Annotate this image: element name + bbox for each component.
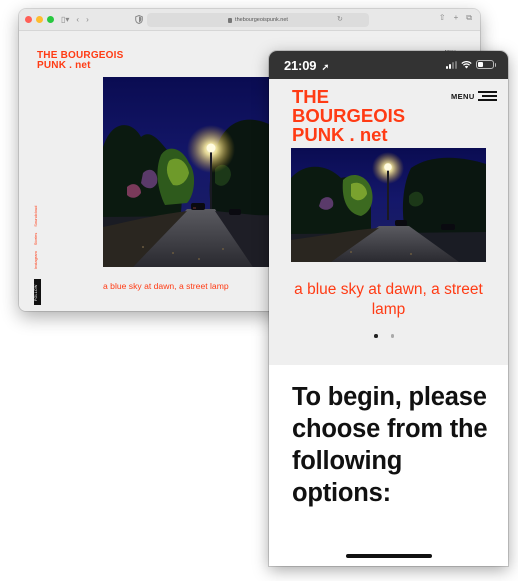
photo-caption: a blue sky at dawn, a street lamp — [103, 281, 229, 291]
home-indicator[interactable] — [346, 554, 432, 558]
window-controls — [25, 16, 54, 23]
options-panel: To begin, please choose from the followi… — [269, 365, 508, 566]
minimize-window-button[interactable] — [36, 16, 43, 23]
mobile-site-logo[interactable]: THE BOURGEOIS PUNK . net — [292, 87, 405, 144]
carousel-dot[interactable] — [390, 334, 394, 338]
address-bar[interactable]: thebourgeoispunk.net — [147, 13, 369, 27]
close-window-button[interactable] — [25, 16, 32, 23]
back-button[interactable]: ‹ — [76, 15, 79, 24]
tabs-icon[interactable]: ⧉ — [466, 14, 472, 22]
share-icon[interactable]: ⇧ — [439, 14, 446, 22]
mobile-street-lamp-photo — [291, 148, 486, 262]
site-logo[interactable]: THE BOURGEOIS PUNK . net — [37, 51, 124, 71]
wifi-icon — [461, 60, 472, 68]
social-links: Instagram Stories Soundcloud — [33, 206, 38, 269]
screenshot-composite: ▯▾ ‹ › thebourgeoispunk.net ↻ ⇧ + ⧉ THE … — [0, 0, 518, 581]
sidebar-icon[interactable]: ▯▾ — [61, 15, 69, 24]
forward-button[interactable]: › — [86, 15, 89, 24]
options-heading: To begin, please choose from the followi… — [292, 383, 488, 507]
signal-icon — [446, 60, 457, 69]
status-time-text: 21:09 — [284, 58, 317, 73]
mobile-logo-line-2: BOURGEOIS — [292, 105, 406, 126]
battery-icon — [476, 60, 496, 69]
follow-button[interactable]: FOLLOW — [34, 279, 41, 305]
social-link-soundcloud[interactable]: Soundcloud — [33, 206, 38, 227]
hamburger-icon[interactable] — [478, 91, 497, 101]
location-arrow-icon: ➚ — [321, 62, 330, 72]
carousel-dots — [374, 334, 394, 338]
status-time: 21:09 ➚ — [284, 58, 329, 73]
mobile-logo-line-3: PUNK . net — [292, 124, 388, 145]
mobile-screen: 21:09 ➚ THE BOURGEOIS PUNK . net MENU a … — [269, 51, 508, 566]
lock-icon — [228, 17, 233, 23]
carousel-dot-active[interactable] — [374, 334, 378, 338]
mobile-photo-caption: a blue sky at dawn, a street lamp — [294, 281, 483, 318]
social-link-stories[interactable]: Stories — [33, 233, 38, 245]
site-logo-line-2: PUNK . net — [37, 60, 91, 71]
mobile-logo-line-1: THE — [292, 86, 329, 107]
follow-label: FOLLOW — [34, 284, 38, 301]
browser-toolbar: ▯▾ ‹ › thebourgeoispunk.net ↻ ⇧ + ⧉ — [19, 9, 480, 31]
address-bar-url: thebourgeoispunk.net — [235, 17, 288, 23]
reload-icon[interactable]: ↻ — [337, 16, 343, 23]
status-bar: 21:09 ➚ — [269, 51, 508, 79]
privacy-shield-icon[interactable] — [135, 15, 143, 24]
zoom-window-button[interactable] — [47, 16, 54, 23]
mobile-menu-label[interactable]: MENU — [451, 92, 475, 101]
street-lamp-photo — [103, 77, 275, 267]
social-link-instagram[interactable]: Instagram — [33, 251, 38, 269]
plus-icon[interactable]: + — [454, 14, 459, 22]
